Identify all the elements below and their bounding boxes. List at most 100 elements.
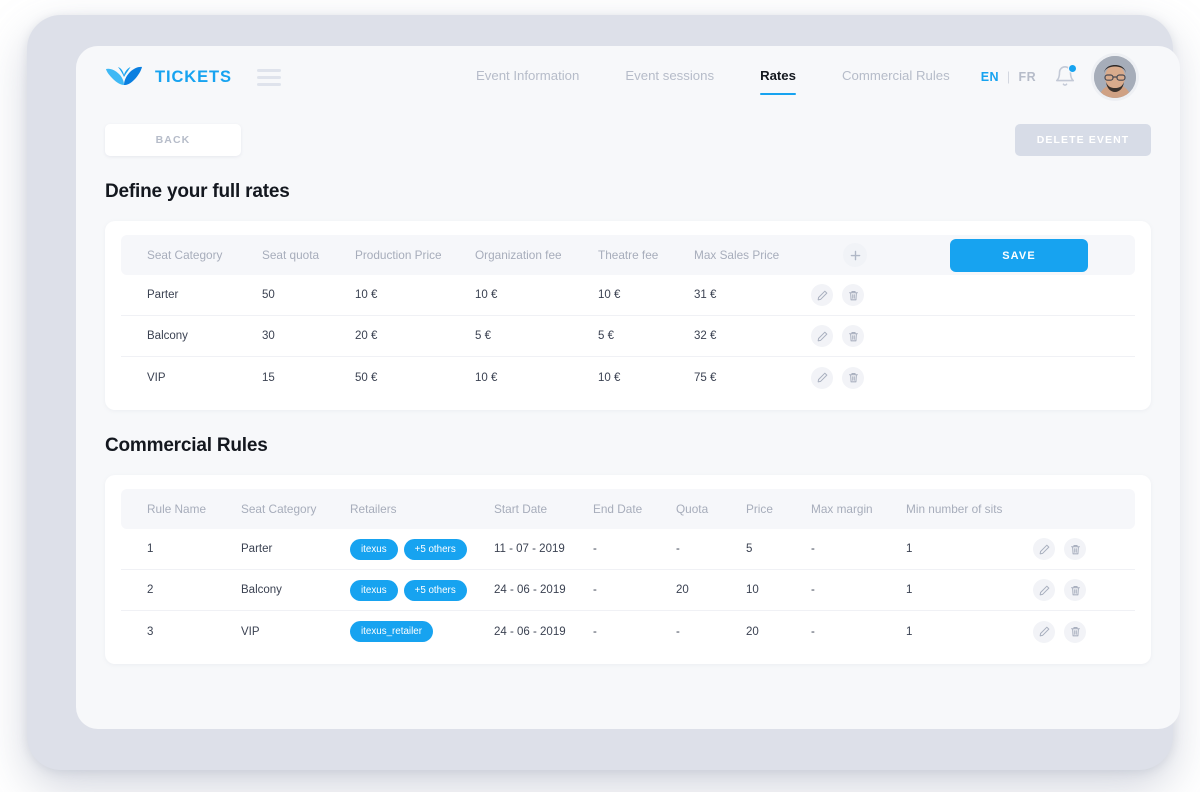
rate-seat-quota: 50 [262, 289, 275, 301]
cr-col-retailers: Retailers [350, 502, 397, 516]
edit-rule-button[interactable] [1033, 620, 1055, 643]
cr-col-start-date: Start Date [494, 502, 548, 516]
cr-min-sits: 1 [906, 543, 913, 555]
delete-rule-button[interactable] [1064, 579, 1086, 601]
delete-rate-button[interactable] [842, 284, 864, 306]
rate-theatre-fee: 10 € [598, 289, 621, 301]
cr-min-sits: 1 [906, 625, 913, 638]
cr-max-margin: - [811, 584, 815, 596]
edit-rule-button[interactable] [1033, 579, 1055, 601]
app-screen: TICKETS Event Information Event sessions… [76, 46, 1180, 729]
notification-bell-icon[interactable] [1054, 64, 1077, 89]
pencil-icon [817, 372, 827, 383]
rate-production-price: 10 € [355, 289, 378, 301]
row-actions [1033, 538, 1086, 560]
cr-start-date: 11 - 07 - 2019 [494, 543, 565, 555]
brand-name: TICKETS [155, 67, 232, 86]
retailer-tag[interactable]: itexus_retailer [350, 621, 433, 642]
edit-rate-button[interactable] [811, 284, 833, 306]
page-action-row: BACK DELETE EVENT [105, 124, 1151, 156]
rate-production-price: 50 € [355, 371, 378, 384]
delete-rule-button[interactable] [1064, 620, 1086, 643]
language-fr[interactable]: FR [1019, 70, 1036, 84]
rates-col-seat-quota: Seat quota [262, 248, 320, 262]
bird-logo-icon [106, 66, 142, 86]
cr-rule-name: 3 [147, 625, 154, 638]
rates-col-max-sales-price: Max Sales Price [694, 248, 780, 262]
page-title-commercial-rules: Commercial Rules [105, 435, 268, 456]
device-frame: TICKETS Event Information Event sessions… [27, 15, 1180, 770]
pencil-icon [1039, 626, 1049, 637]
trash-icon [1070, 585, 1080, 595]
row-actions [811, 366, 864, 389]
avatar[interactable] [1094, 56, 1136, 98]
cr-col-min-number-of-sits: Min number of sits [906, 502, 1003, 516]
nav-item-event-information[interactable]: Event Information [476, 68, 579, 86]
rate-seat-category: Balcony [147, 330, 188, 342]
cr-seat-category: Balcony [241, 584, 282, 596]
add-rate-button[interactable] [843, 243, 867, 267]
pencil-icon [817, 331, 827, 341]
nav-item-event-sessions[interactable]: Event sessions [625, 68, 714, 86]
commercial-rules-card: Rule Name Seat Category Retailers Start … [105, 475, 1151, 664]
table-row: Parter 50 10 € 10 € 10 € 31 € [121, 275, 1135, 316]
cr-min-sits: 1 [906, 584, 913, 596]
rates-col-organization-fee: Organization fee [475, 248, 562, 262]
cr-seat-category: Parter [241, 543, 273, 555]
cr-start-date: 24 - 06 - 2019 [494, 584, 566, 596]
table-row: 3 VIP itexus_retailer 24 - 06 - 2019 - -… [121, 611, 1135, 652]
rate-theatre-fee: 10 € [598, 371, 621, 384]
cr-end-date: - [593, 584, 597, 596]
rate-organization-fee: 10 € [475, 289, 498, 301]
delete-rate-button[interactable] [842, 325, 864, 347]
retailer-tag[interactable]: itexus [350, 579, 398, 601]
cr-price: 5 [746, 543, 753, 555]
rate-seat-category: Parter [147, 289, 179, 301]
cr-col-rule-name: Rule Name [147, 502, 207, 516]
trash-icon [1070, 627, 1080, 637]
table-row: 2 Balcony itexus +5 others 24 - 06 - 201… [121, 570, 1135, 611]
delete-event-button[interactable]: DELETE EVENT [1015, 124, 1151, 156]
top-navigation-bar: TICKETS Event Information Event sessions… [76, 46, 1180, 108]
trash-icon [848, 373, 858, 383]
back-button[interactable]: BACK [105, 124, 241, 156]
rates-col-production-price: Production Price [355, 248, 442, 262]
pencil-icon [817, 290, 827, 300]
rate-max-sales-price: 75 € [694, 371, 717, 384]
page-content: BACK DELETE EVENT Define your full rates… [76, 124, 1180, 664]
rate-seat-quota: 30 [262, 330, 275, 342]
brand-logo[interactable]: TICKETS [105, 64, 232, 90]
page-title-rates: Define your full rates [105, 181, 290, 202]
table-row: VIP 15 50 € 10 € 10 € 75 € [121, 357, 1135, 398]
nav-item-commercial-rules[interactable]: Commercial Rules [842, 68, 950, 86]
cr-retailers: itexus +5 others [350, 579, 467, 601]
rate-production-price: 20 € [355, 330, 378, 342]
language-en[interactable]: EN [981, 70, 999, 84]
table-row: 1 Parter itexus +5 others 11 - 07 - 2019… [121, 529, 1135, 570]
nav-item-rates[interactable]: Rates [760, 68, 796, 95]
cr-col-max-margin: Max margin [811, 502, 873, 516]
topbar-right-controls: EN | FR [981, 56, 1136, 98]
delete-rule-button[interactable] [1064, 538, 1086, 560]
cr-col-end-date: End Date [593, 502, 643, 516]
edit-rate-button[interactable] [811, 366, 833, 389]
language-separator: | [1006, 70, 1011, 84]
cr-end-date: - [593, 543, 597, 555]
cr-seat-category: VIP [241, 625, 260, 638]
edit-rate-button[interactable] [811, 325, 833, 347]
cr-start-date: 24 - 06 - 2019 [494, 625, 566, 638]
row-actions [1033, 620, 1086, 643]
retailer-tag-more[interactable]: +5 others [403, 538, 467, 560]
save-button[interactable]: SAVE [950, 239, 1088, 272]
rate-seat-quota: 15 [262, 371, 275, 384]
trash-icon [848, 290, 858, 300]
row-actions [1033, 579, 1086, 601]
edit-rule-button[interactable] [1033, 538, 1055, 560]
hamburger-menu-icon[interactable] [256, 68, 281, 86]
retailer-tag-more[interactable]: +5 others [403, 579, 467, 601]
main-nav: Event Information Event sessions Rates C… [476, 46, 950, 108]
trash-icon [848, 331, 858, 341]
cr-quota: 20 [676, 584, 689, 596]
retailer-tag[interactable]: itexus [350, 538, 398, 560]
delete-rate-button[interactable] [842, 366, 864, 389]
